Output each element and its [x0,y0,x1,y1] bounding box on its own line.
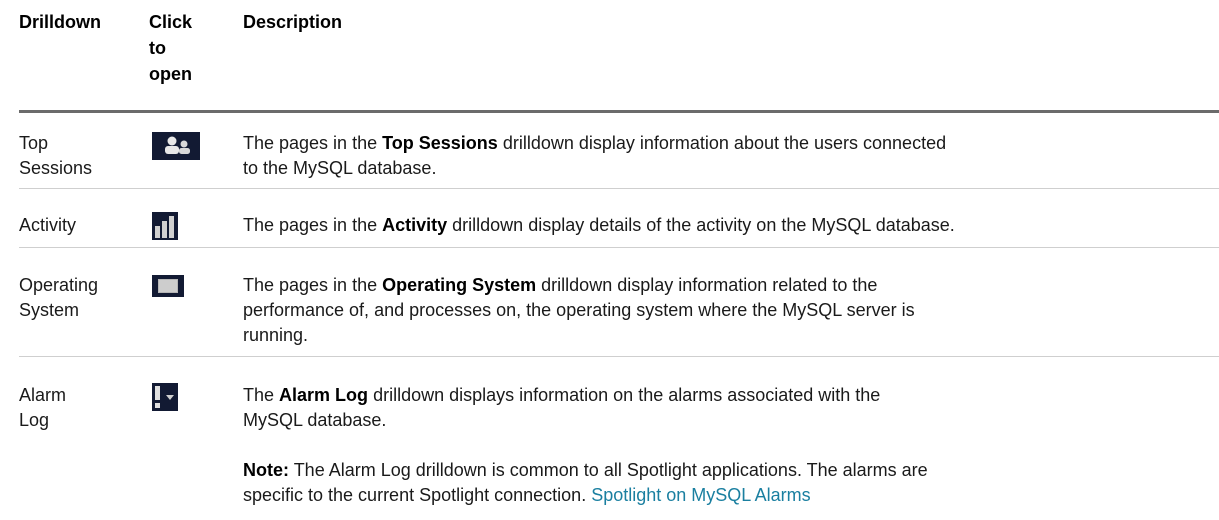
note-label: Note: [243,460,289,480]
row-name-operating-system: Operating System [19,273,134,323]
desc-text: drilldown display details of the activit… [452,215,955,235]
monitor-icon [152,275,184,297]
desc-prefix: The pages in the [243,275,383,295]
row-description-alarm-log: The Alarm Log drilldown displays informa… [243,383,1213,433]
header-click-line: to [149,38,166,58]
row-name-line: Log [19,410,50,430]
desc-text: drilldown display information about the … [502,133,947,153]
desc-text: drilldown display information related to… [541,275,878,295]
bar-chart-icon [152,212,178,240]
row-divider [19,356,1219,357]
desc-text: to the MySQL database. [243,158,437,178]
row-description-activity: The pages in the Activity drilldown disp… [243,213,1213,238]
desc-text: running. [243,325,309,345]
note-text: specific to the current Spotlight connec… [243,485,587,505]
desc-prefix: The pages in the [243,133,383,153]
desc-prefix: The pages in the [243,215,383,235]
header-description: Description [243,12,343,32]
desc-text: drilldown displays information on the al… [373,385,881,405]
row-description-operating-system: The pages in the Operating System drilld… [243,273,1213,348]
users-icon [152,132,200,160]
header-click-to-open: Click to open [149,9,219,87]
alarm-dropdown-icon [152,383,178,411]
desc-prefix: The [243,385,280,405]
row-name-alarm-log: Alarm Log [19,383,134,433]
row-name-line: System [19,300,80,320]
desc-bold-term: Top Sessions [382,133,498,153]
row-name-line: Activity [19,215,77,235]
header-click-line: open [149,64,192,84]
row-name-activity: Activity [19,213,134,238]
desc-text: MySQL database. [243,410,387,430]
row-name-top-sessions: Top Sessions [19,131,134,181]
row-divider [19,188,1219,189]
row-name-line: Top [19,133,49,153]
row-name-line: Operating [19,275,99,295]
header-drilldown: Drilldown [19,12,101,32]
spotlight-alarms-link[interactable]: Spotlight on MySQL Alarms [591,485,810,505]
header-divider [19,110,1219,113]
desc-text: performance of, and processes on, the op… [243,300,915,320]
header-click-line: Click [149,12,193,32]
row-description-top-sessions: The pages in the Top Sessions drilldown … [243,131,1213,181]
desc-bold-term: Alarm Log [279,385,369,405]
row-name-line: Sessions [19,158,93,178]
desc-bold-term: Activity [382,215,448,235]
alarm-log-note: Note: The Alarm Log drilldown is common … [243,458,1213,508]
row-name-line: Alarm [19,385,67,405]
desc-bold-term: Operating System [382,275,537,295]
row-divider [19,247,1219,248]
note-text: The Alarm Log drilldown is common to all… [293,460,928,480]
